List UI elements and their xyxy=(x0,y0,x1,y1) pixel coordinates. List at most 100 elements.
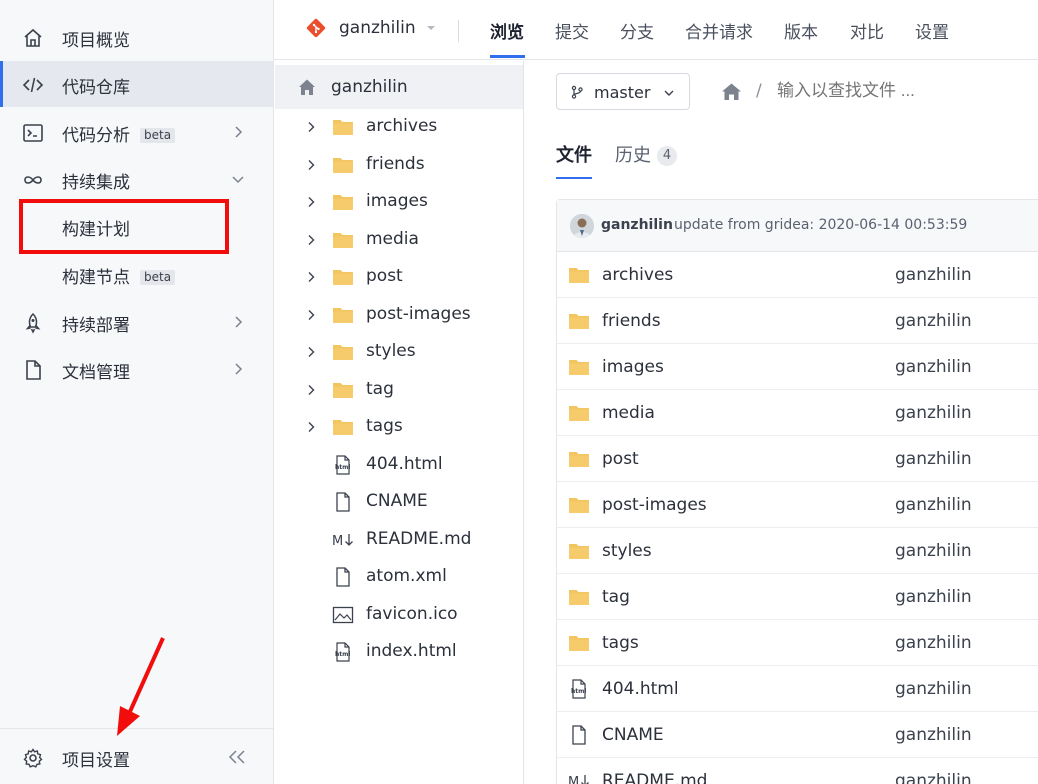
sidebar-item-code-analysis[interactable]: 代码分析 beta xyxy=(0,109,273,155)
tree-folder-item[interactable]: tag xyxy=(275,372,523,408)
terminal-icon xyxy=(23,124,43,142)
svg-text:M: M xyxy=(568,775,579,784)
table-row[interactable]: tags ganzhilin xyxy=(557,620,1038,666)
tree-folder-item[interactable]: images xyxy=(275,184,523,220)
chevron-right-icon[interactable] xyxy=(305,159,317,171)
sidebar-item-cd[interactable]: 持续部署 xyxy=(0,299,273,345)
file-name[interactable]: archives xyxy=(602,265,673,285)
breadcrumb-home-icon[interactable] xyxy=(721,82,742,101)
tree-folder-item[interactable]: archives xyxy=(275,109,523,145)
folder-icon xyxy=(332,417,354,437)
file-name[interactable]: images xyxy=(602,357,664,377)
chevron-right-icon[interactable] xyxy=(305,309,317,321)
folder-icon xyxy=(568,311,590,331)
sidebar-item-build-nodes[interactable]: 构建节点 beta xyxy=(0,251,273,297)
tab-versions[interactable]: 版本 xyxy=(784,18,818,43)
folder-icon xyxy=(332,267,354,287)
table-row[interactable]: archives ganzhilin xyxy=(557,252,1038,298)
tree-item-label: archives xyxy=(366,116,438,136)
table-row[interactable]: html 404.html ganzhilin xyxy=(557,666,1038,712)
folder-icon xyxy=(332,305,354,325)
sidebar-item-label: 构建节点 xyxy=(62,268,130,288)
folder-icon xyxy=(568,495,590,515)
app: 项目概览 代码仓库 代码分析 beta 持续集成 构建计划 构建节点 beta 持续… xyxy=(0,0,1038,784)
tree-file-item[interactable]: html 404.html xyxy=(275,447,523,483)
sidebar-item-docs[interactable]: 文档管理 xyxy=(0,346,273,392)
folder-icon xyxy=(568,633,590,653)
tab-files[interactable]: 文件 xyxy=(556,141,592,167)
tree-folder-item[interactable]: post xyxy=(275,259,523,295)
branch-selector[interactable]: master xyxy=(556,73,690,110)
avatar xyxy=(570,214,594,238)
tab-compare[interactable]: 对比 xyxy=(850,18,884,43)
repo-selector[interactable]: ganzhilin xyxy=(306,18,436,38)
tree-file-item[interactable]: favicon.ico xyxy=(275,597,523,633)
tab-settings[interactable]: 设置 xyxy=(915,18,949,43)
file-author: ganzhilin xyxy=(895,541,972,561)
file-author: ganzhilin xyxy=(895,725,972,745)
table-row[interactable]: post ganzhilin xyxy=(557,436,1038,482)
file-name[interactable]: styles xyxy=(602,541,652,561)
chevron-right-icon[interactable] xyxy=(305,234,317,246)
file-name[interactable]: post-images xyxy=(602,495,707,515)
chevron-right-icon[interactable] xyxy=(305,196,317,208)
chevron-right-icon[interactable] xyxy=(305,271,317,283)
table-row[interactable]: tag ganzhilin xyxy=(557,574,1038,620)
file-name[interactable]: tags xyxy=(602,633,639,653)
tab-history[interactable]: 历史 4 xyxy=(615,141,677,167)
sidebar-item-label: 项目概览 xyxy=(62,31,130,51)
file-name[interactable]: friends xyxy=(602,311,661,331)
tree-file-item[interactable]: html index.html xyxy=(275,634,523,670)
file-name[interactable]: CNAME xyxy=(602,725,664,745)
tree-item-label: media xyxy=(366,228,419,249)
chevron-right-icon[interactable] xyxy=(305,346,317,358)
sidebar-item-code-repo[interactable]: 代码仓库 xyxy=(0,61,273,107)
folder-icon xyxy=(568,541,590,561)
commit-author[interactable]: ganzhilin xyxy=(601,217,673,233)
tree-root-label: ganzhilin xyxy=(331,77,408,97)
table-row[interactable]: media ganzhilin xyxy=(557,390,1038,436)
folder-icon xyxy=(332,380,354,400)
collapse-sidebar-icon[interactable] xyxy=(228,749,246,765)
tree-root[interactable]: ganzhilin xyxy=(275,65,523,109)
table-row[interactable]: CNAME ganzhilin xyxy=(557,712,1038,758)
tab-branches[interactable]: 分支 xyxy=(620,18,654,43)
tree-folder-item[interactable]: styles xyxy=(275,334,523,370)
file-name[interactable]: README.md xyxy=(602,771,707,784)
tree-item-label: index.html xyxy=(366,641,457,661)
file-name[interactable]: 404.html xyxy=(602,679,679,699)
branch-icon xyxy=(571,85,583,99)
repo-name: ganzhilin xyxy=(339,18,416,38)
table-row[interactable]: images ganzhilin xyxy=(557,344,1038,390)
tab-browse[interactable]: 浏览 xyxy=(490,18,524,43)
sidebar-item-overview[interactable]: 项目概览 xyxy=(0,14,273,60)
table-row[interactable]: friends ganzhilin xyxy=(557,298,1038,344)
tab-merge-requests[interactable]: 合并请求 xyxy=(685,18,753,43)
latest-commit-bar: ganzhilin update from gridea: 2020-06-14… xyxy=(557,200,1038,252)
tree-file-item[interactable]: M README.md xyxy=(275,522,523,558)
tree-item-label: post-images xyxy=(366,303,471,324)
file-name[interactable]: post xyxy=(602,449,639,469)
tree-file-item[interactable]: CNAME xyxy=(275,484,523,520)
table-row[interactable]: post-images ganzhilin xyxy=(557,482,1038,528)
tab-commits[interactable]: 提交 xyxy=(555,18,589,43)
chevron-right-icon[interactable] xyxy=(305,384,317,396)
tree-folder-item[interactable]: post-images xyxy=(275,297,523,333)
file-name[interactable]: tag xyxy=(602,587,630,607)
tree-folder-item[interactable]: friends xyxy=(275,147,523,183)
file-name[interactable]: media xyxy=(602,403,655,423)
tree-folder-item[interactable]: tags xyxy=(275,409,523,445)
chevron-right-icon[interactable] xyxy=(305,121,317,133)
commit-message[interactable]: update from gridea: 2020-06-14 00:53:59 xyxy=(674,217,967,233)
file-search-input[interactable] xyxy=(777,81,1017,101)
table-row[interactable]: M README.md ganzhilin xyxy=(557,758,1038,784)
chevron-right-icon[interactable] xyxy=(305,421,317,433)
active-tab-indicator xyxy=(556,177,592,179)
sidebar-item-ci[interactable]: 持续集成 xyxy=(0,156,273,202)
folder-icon xyxy=(568,403,590,423)
sidebar-item-label: 持续部署 xyxy=(62,316,130,336)
tree-folder-item[interactable]: media xyxy=(275,222,523,258)
table-row[interactable]: styles ganzhilin xyxy=(557,528,1038,574)
tree-file-item[interactable]: atom.xml xyxy=(275,559,523,595)
tree-item-label: post xyxy=(366,266,403,286)
